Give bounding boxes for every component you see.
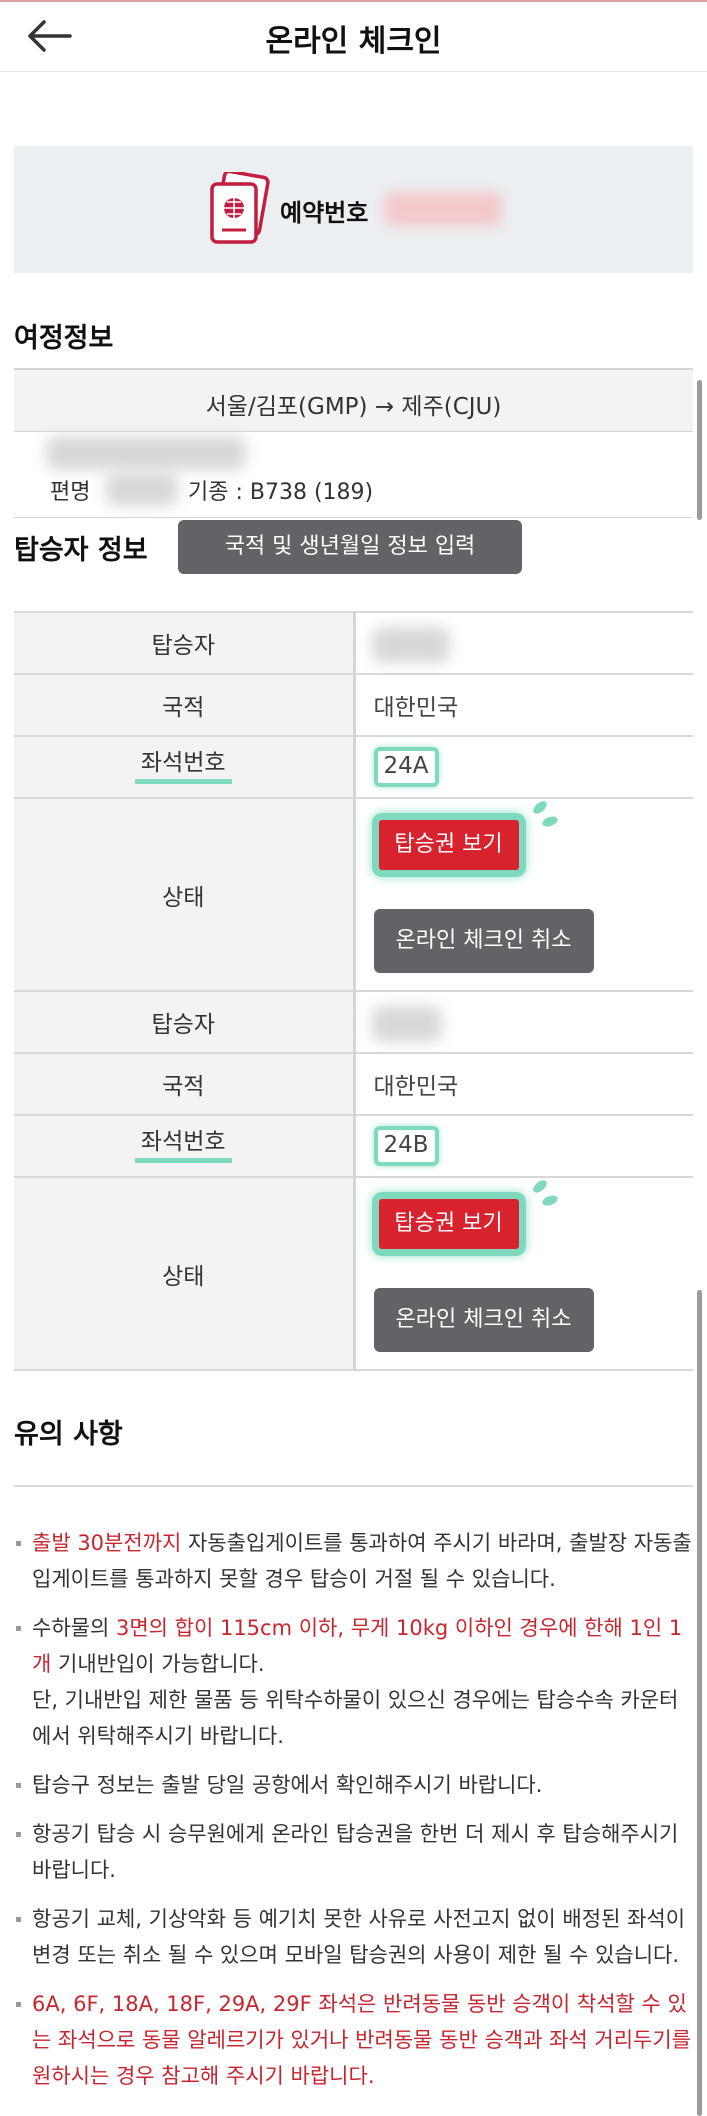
seat-label-cell: 좌석번호 bbox=[14, 1115, 356, 1178]
booking-number-label: 예약번호 bbox=[280, 199, 369, 227]
scrollbar[interactable] bbox=[697, 1290, 702, 2116]
booking-number-panel: 예약번호 bbox=[14, 146, 693, 273]
aircraft-info: 기종 : B738 (189) bbox=[188, 480, 374, 505]
sparkle-decoration bbox=[540, 814, 559, 829]
boarding-pass-highlight: 탑승권 보기 bbox=[371, 813, 526, 877]
divider bbox=[14, 1485, 693, 1487]
seat-label: 좌석번호 bbox=[134, 1129, 232, 1164]
scrollbar[interactable] bbox=[697, 380, 702, 520]
route-box: 서울/김포(GMP) → 제주(CJU) bbox=[14, 368, 693, 432]
route-text: 서울/김포(GMP) → 제주(CJU) bbox=[205, 394, 502, 420]
table-row: 국적 대한민국 bbox=[14, 1053, 693, 1116]
table-row: 국적 대한민국 bbox=[14, 674, 693, 737]
cancel-online-checkin-button[interactable]: 온라인 체크인 취소 bbox=[373, 909, 594, 973]
table-row: 탑승자 bbox=[14, 990, 693, 1054]
nationality-value: 대한민국 bbox=[354, 674, 693, 737]
passenger-label: 탑승자 bbox=[14, 611, 356, 675]
notice-text: 항공기 탑승 시 승무원에게 온라인 탑승권을 한번 더 제시 후 탑승해주시기… bbox=[32, 1822, 679, 1882]
passport-icon bbox=[210, 172, 270, 244]
table-row: 좌석번호 24A bbox=[14, 736, 693, 799]
notice-highlight: 6A, 6F, 18A, 18F, 29A, 29F 좌석은 반려동물 동반 승… bbox=[32, 1992, 691, 2088]
status-label: 상태 bbox=[14, 798, 356, 992]
passenger-name-cell bbox=[354, 611, 693, 675]
list-item: 출발 30분전까지 자동출입게이트를 통과하여 주시기 바라며, 출발장 자동출… bbox=[14, 1525, 693, 1597]
sparkle-decoration bbox=[540, 1193, 559, 1208]
table-row: 상태 탑승권 보기 온라인 체크인 취소 bbox=[14, 798, 693, 992]
passenger-name-redacted bbox=[371, 1006, 442, 1042]
notice-text: 탑승구 정보는 출발 당일 공항에서 확인해주시기 바랍니다. bbox=[32, 1773, 543, 1797]
view-boarding-pass-button[interactable]: 탑승권 보기 bbox=[378, 1199, 519, 1249]
view-boarding-pass-button[interactable]: 탑승권 보기 bbox=[378, 820, 519, 870]
list-item: 탑승구 정보는 출발 당일 공항에서 확인해주시기 바랍니다. bbox=[14, 1767, 693, 1803]
passenger-info-title: 탑승자 정보 bbox=[14, 535, 148, 566]
seat-value-cell: 24A bbox=[354, 736, 693, 799]
status-label: 상태 bbox=[14, 1177, 356, 1371]
status-cell: 탑승권 보기 온라인 체크인 취소 bbox=[354, 798, 693, 992]
seat-label: 좌석번호 bbox=[134, 750, 232, 785]
notice-highlight: 출발 30분전까지 bbox=[32, 1531, 182, 1555]
passenger-label: 탑승자 bbox=[14, 990, 356, 1054]
table-row: 탑승자 bbox=[14, 611, 693, 675]
list-item: 수하물의 3면의 합이 115cm 이하, 무게 10kg 이하인 경우에 한해… bbox=[14, 1610, 693, 1754]
seat-number: 24B bbox=[373, 1126, 439, 1166]
table-row: 좌석번호 24B bbox=[14, 1115, 693, 1178]
passenger-name-cell bbox=[354, 990, 693, 1054]
list-item: 항공기 탑승 시 승무원에게 온라인 탑승권을 한번 더 제시 후 탑승해주시기… bbox=[14, 1816, 693, 1888]
boarding-pass-highlight: 탑승권 보기 bbox=[371, 1192, 526, 1256]
itinerary-title: 여정정보 bbox=[14, 323, 114, 354]
seat-label-cell: 좌석번호 bbox=[14, 736, 356, 799]
notice-text: 기내반입이 가능합니다. bbox=[51, 1652, 265, 1676]
sparkle-decoration bbox=[530, 798, 549, 817]
list-item: 6A, 6F, 18A, 18F, 29A, 29F 좌석은 반려동물 동반 승… bbox=[14, 1986, 693, 2094]
nationality-label: 국적 bbox=[14, 674, 356, 737]
cancel-online-checkin-button[interactable]: 온라인 체크인 취소 bbox=[373, 1288, 594, 1352]
app-header: 온라인 체크인 bbox=[0, 2, 707, 72]
notice-text: 단, 기내반입 제한 물품 등 위탁수하물이 있으신 경우에는 탑승수속 카운터… bbox=[32, 1688, 679, 1748]
notice-text: 항공기 교체, 기상악화 등 예기치 못한 사유로 사전고지 없이 배정된 좌석… bbox=[32, 1907, 686, 1967]
booking-number-value-redacted bbox=[384, 192, 502, 226]
seat-number: 24A bbox=[373, 747, 439, 787]
list-item: 항공기 교체, 기상악화 등 예기치 못한 사유로 사전고지 없이 배정된 좌석… bbox=[14, 1901, 693, 1973]
passenger-table-1: 탑승자 국적 대한민국 좌석번호 24A 상태 탑승권 보기 온라인 체크인 취… bbox=[14, 611, 693, 992]
page-title: 온라인 체크인 bbox=[265, 24, 442, 59]
flight-number-redacted bbox=[106, 472, 178, 506]
flight-info-row: 편명 기종 : B738 (189) bbox=[14, 432, 693, 518]
seat-value-cell: 24B bbox=[354, 1115, 693, 1178]
notice-text: 수하물의 bbox=[32, 1616, 116, 1640]
table-row: 상태 탑승권 보기 온라인 체크인 취소 bbox=[14, 1177, 693, 1371]
passenger-name-redacted bbox=[371, 627, 450, 663]
notice-list: 출발 30분전까지 자동출입게이트를 통과하여 주시기 바라며, 출발장 자동출… bbox=[14, 1525, 693, 2107]
flight-date-redacted bbox=[46, 436, 246, 470]
status-cell: 탑승권 보기 온라인 체크인 취소 bbox=[354, 1177, 693, 1371]
sparkle-decoration bbox=[530, 1177, 549, 1196]
nationality-label: 국적 bbox=[14, 1053, 356, 1116]
enter-nationality-birthdate-button[interactable]: 국적 및 생년월일 정보 입력 bbox=[178, 520, 522, 574]
flight-number-label: 편명 bbox=[50, 480, 91, 505]
notice-title: 유의 사항 bbox=[14, 1419, 123, 1450]
nationality-value: 대한민국 bbox=[354, 1053, 693, 1116]
passenger-table-2: 탑승자 국적 대한민국 좌석번호 24B 상태 탑승권 보기 온라인 체크인 취… bbox=[14, 990, 693, 1371]
